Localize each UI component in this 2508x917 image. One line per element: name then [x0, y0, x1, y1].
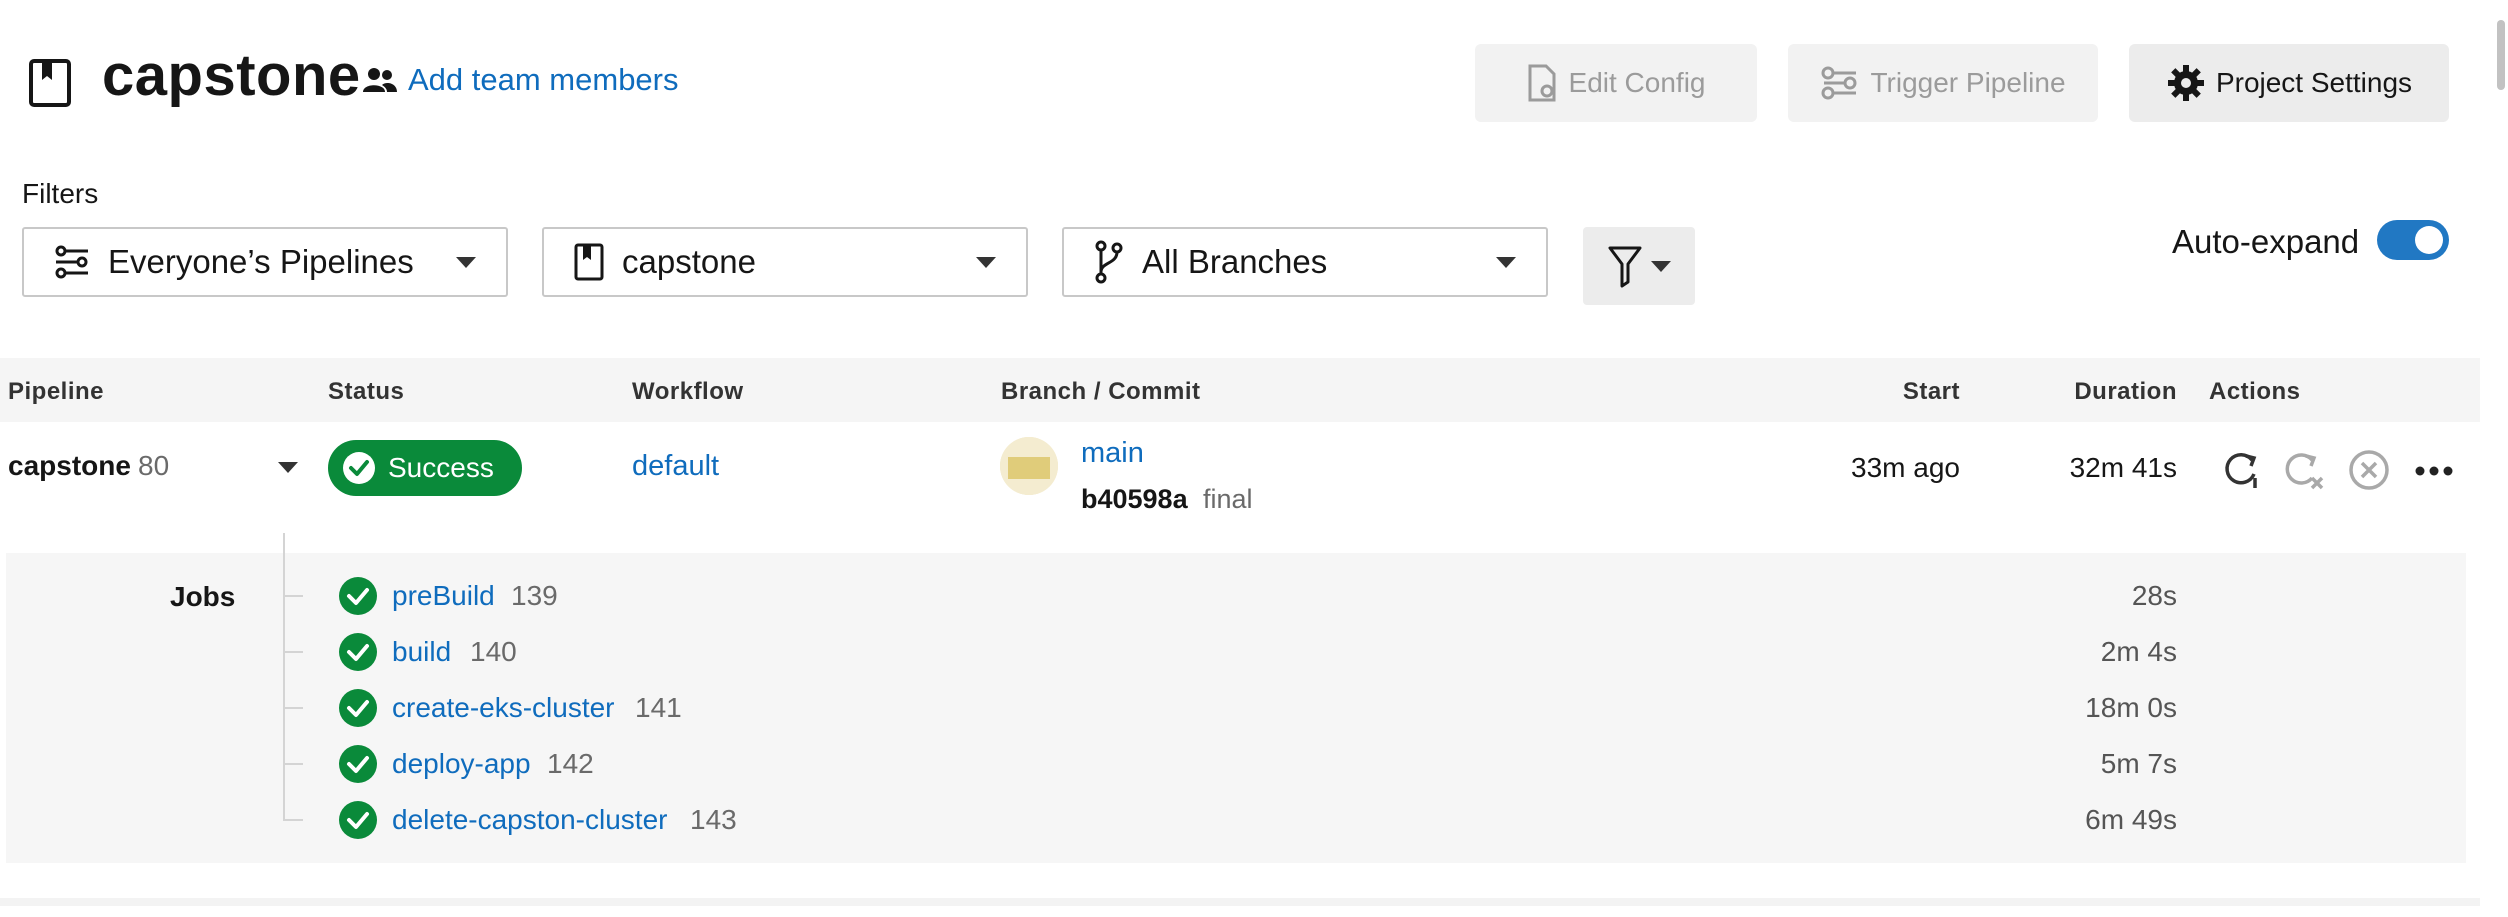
pipelines-filter-dropdown[interactable]: Everyone’s Pipelines: [22, 227, 508, 297]
project-filter-value: capstone: [622, 243, 756, 280]
pipeline-icon: [1820, 65, 1860, 101]
people-icon: [362, 66, 398, 94]
project-bookmark-icon: [28, 58, 74, 108]
tree-branch: [283, 819, 303, 821]
check-circle-icon: [342, 451, 376, 485]
job-duration: 6m 49s: [2085, 804, 2177, 835]
filters-label: Filters: [22, 178, 99, 209]
pipelines-filter-value: Everyone’s Pipelines: [108, 243, 414, 280]
auto-expand-label: Auto-expand: [2172, 223, 2360, 260]
pipeline-name[interactable]: capstone: [8, 450, 131, 482]
workflow-link[interactable]: default: [632, 450, 719, 483]
job-link[interactable]: build: [392, 636, 451, 668]
commit-message: final: [1203, 484, 1253, 514]
tree-branch: [283, 707, 303, 709]
funnel-icon: [1607, 244, 1643, 288]
column-header-workflow: Workflow: [632, 378, 744, 405]
pipeline-duration: 32m 41s: [2069, 452, 2177, 483]
add-team-members-link[interactable]: Add team members: [362, 62, 679, 98]
branches-filter-dropdown[interactable]: All Branches: [1062, 227, 1548, 297]
job-success-check-icon: [338, 576, 378, 621]
status-label: Success: [388, 452, 494, 483]
scrollbar-track[interactable]: [2494, 0, 2508, 917]
job-number: 141: [635, 692, 682, 723]
jobs-tree-line: [283, 533, 285, 819]
job-number: 139: [511, 580, 558, 611]
gear-icon: [2166, 63, 2206, 103]
chevron-down-icon: [1651, 260, 1671, 272]
tree-branch: [283, 651, 303, 653]
auto-expand-toggle[interactable]: [2377, 220, 2449, 260]
job-success-check-icon: [338, 632, 378, 677]
divider: [0, 898, 2480, 906]
branches-filter-value: All Branches: [1142, 243, 1328, 280]
job-number: 140: [470, 636, 517, 667]
job-success-check-icon: [338, 688, 378, 733]
project-settings-button[interactable]: Project Settings: [2129, 44, 2449, 122]
tree-branch: [283, 763, 303, 765]
advanced-filter-button[interactable]: [1583, 227, 1695, 305]
rerun-failed-icon[interactable]: [2284, 448, 2324, 497]
column-header-start: Start: [1902, 378, 1960, 405]
job-duration: 28s: [2131, 580, 2177, 611]
job-link[interactable]: preBuild: [392, 580, 495, 612]
tree-branch: [283, 595, 303, 597]
pipelines-icon: [54, 245, 90, 279]
add-team-members-label: Add team members: [408, 62, 679, 97]
commit-sha[interactable]: b40598a: [1081, 484, 1188, 515]
job-link[interactable]: deploy-app: [392, 748, 531, 780]
pipeline-start-time: 33m ago: [1851, 452, 1960, 483]
project-bookmark-icon: [574, 243, 604, 281]
expand-pipeline-caret-icon[interactable]: [278, 462, 298, 473]
column-header-pipeline: Pipeline: [8, 378, 105, 405]
column-header-actions: Actions: [2209, 378, 2301, 405]
trigger-pipeline-label: Trigger Pipeline: [1870, 67, 2066, 98]
file-gear-icon: [1527, 63, 1559, 103]
rerun-icon[interactable]: [2222, 448, 2260, 497]
project-filter-dropdown[interactable]: capstone: [542, 227, 1028, 297]
job-duration: 18m 0s: [2085, 692, 2177, 723]
job-number: 142: [547, 748, 594, 779]
job-duration: 5m 7s: [2100, 748, 2177, 779]
chevron-down-icon: [1496, 256, 1516, 268]
chevron-down-icon: [976, 256, 996, 268]
cancel-circle-icon[interactable]: [2348, 448, 2390, 497]
avatar: [1000, 437, 1058, 495]
scrollbar-thumb[interactable]: [2497, 20, 2505, 90]
job-link[interactable]: delete-capston-cluster: [392, 804, 667, 836]
chevron-down-icon: [456, 256, 476, 268]
job-success-check-icon: [338, 744, 378, 789]
edit-config-button[interactable]: Edit Config: [1475, 44, 1757, 122]
jobs-label: Jobs: [170, 581, 236, 612]
edit-config-label: Edit Config: [1568, 67, 1706, 98]
job-number: 143: [690, 804, 737, 835]
job-success-check-icon: [338, 800, 378, 845]
column-header-branch-commit: Branch / Commit: [1001, 378, 1201, 405]
branch-link[interactable]: main: [1081, 437, 1144, 470]
job-duration: 2m 4s: [2100, 636, 2177, 667]
more-options-icon[interactable]: [2414, 464, 2454, 482]
status-badge[interactable]: Success: [328, 440, 522, 496]
trigger-pipeline-button[interactable]: Trigger Pipeline: [1788, 44, 2098, 122]
page-title: capstone: [102, 43, 361, 108]
column-header-status: Status: [328, 378, 405, 405]
git-branch-icon: [1094, 240, 1124, 284]
pipeline-number: 80: [138, 450, 170, 481]
job-link[interactable]: create-eks-cluster: [392, 692, 615, 724]
project-settings-label: Project Settings: [2215, 67, 2413, 98]
table-header: Pipeline Status Workflow Branch / Commit…: [0, 358, 2480, 422]
column-header-duration: Duration: [2074, 378, 2177, 405]
